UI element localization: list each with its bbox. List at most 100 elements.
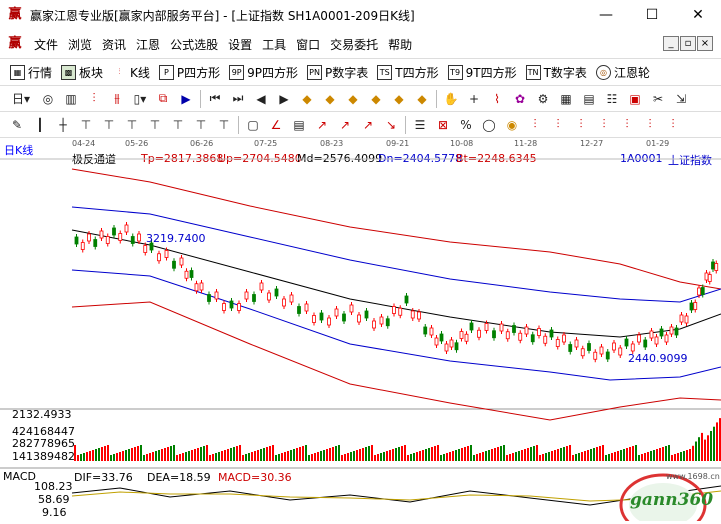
zoom-chart-icon[interactable]: ⧉ <box>154 90 172 108</box>
volume-bar <box>137 446 139 461</box>
maximize-button[interactable]: ☐ <box>629 0 675 30</box>
candle <box>392 306 396 314</box>
chart-tool6-icon[interactable]: ⫶ <box>641 116 659 134</box>
bar-chart-icon[interactable]: ▥ <box>62 90 80 108</box>
fib-icon[interactable]: ☰ <box>411 116 429 134</box>
candle <box>130 236 135 244</box>
tool-t-square[interactable]: TS T四方形 <box>377 64 439 81</box>
fan6-icon[interactable]: ⊤ <box>192 116 210 134</box>
hand-icon[interactable]: ✋ <box>442 90 460 108</box>
volume-bar <box>92 450 94 461</box>
tool-p-square[interactable]: P P四方形 <box>158 64 220 81</box>
menu-info[interactable]: 资讯 <box>102 36 126 53</box>
tool-kline[interactable]: ⫶ K线 <box>112 64 150 81</box>
diamond1-icon[interactable]: ◆ <box>298 90 316 108</box>
volume-bar <box>620 450 622 461</box>
cut-icon[interactable]: ✂ <box>649 90 667 108</box>
doc-logo-icon: 赢 <box>8 36 22 51</box>
multi-vline-icon[interactable]: ┼ <box>54 116 72 134</box>
rect-icon[interactable]: ▢ <box>244 116 262 134</box>
mdi-restore-button[interactable]: ▫ <box>680 36 696 51</box>
flag-icon[interactable]: ▶ <box>177 90 195 108</box>
vline-icon[interactable]: ┃ <box>31 116 49 134</box>
menu-settings[interactable]: 设置 <box>228 36 252 53</box>
gear-icon[interactable]: ⚙ <box>534 90 552 108</box>
prev-icon[interactable]: ◀ <box>252 90 270 108</box>
menu-tools[interactable]: 工具 <box>262 36 286 53</box>
chart-tool2-icon[interactable]: ⫶ <box>549 116 567 134</box>
diamond3-icon[interactable]: ◆ <box>344 90 362 108</box>
angle-icon[interactable]: ∠ <box>267 116 285 134</box>
candles-up-icon[interactable]: ⫶ <box>85 90 103 108</box>
chart-tool1-icon[interactable]: ⫶ <box>526 116 544 134</box>
menu-file[interactable]: 文件 <box>34 36 58 53</box>
tool-9t-square[interactable]: T9 9T四方形 <box>447 64 517 81</box>
fan4-icon[interactable]: ⊤ <box>146 116 164 134</box>
diamond4-icon[interactable]: ◆ <box>367 90 385 108</box>
next-icon[interactable]: ▶ <box>275 90 293 108</box>
grid-lines-icon[interactable]: ▤ <box>290 116 308 134</box>
volume-bar <box>452 451 454 461</box>
circle-icon[interactable]: ◉ <box>503 116 521 134</box>
ellipse-icon[interactable]: ◯ <box>480 116 498 134</box>
gann-box-icon[interactable]: ⊠ <box>434 116 452 134</box>
tool-sectors[interactable]: ▩ 板块 <box>61 64 103 81</box>
menu-window[interactable]: 窗口 <box>296 36 320 53</box>
arrow-fan4-icon[interactable]: ↘ <box>382 116 400 134</box>
menu-gann[interactable]: 江恩 <box>136 36 160 53</box>
arrow-fan3-icon[interactable]: ↗ <box>359 116 377 134</box>
list-icon[interactable]: ☷ <box>603 90 621 108</box>
last-icon[interactable]: ⏭ <box>229 90 247 108</box>
chart-tool7-icon[interactable]: ⫶ <box>664 116 682 134</box>
fan2-icon[interactable]: ⊤ <box>100 116 118 134</box>
volume-bar <box>557 449 559 461</box>
candle <box>93 239 98 247</box>
candle-select-icon[interactable]: ▯▾ <box>131 90 149 108</box>
calendar-icon[interactable]: ▦ <box>557 90 575 108</box>
fan5-icon[interactable]: ⊤ <box>169 116 187 134</box>
volume-bar <box>617 451 619 461</box>
tool-quotes[interactable]: ▦ 行情 <box>10 64 52 81</box>
chart-tool3-icon[interactable]: ⫶ <box>572 116 590 134</box>
kline-chart-panel[interactable]: 日K线 极反通道 Tp=2817.3868 Up=2704.5480 Md=25… <box>0 139 721 521</box>
percent-icon[interactable]: % <box>457 116 475 134</box>
diamond2-icon[interactable]: ◆ <box>321 90 339 108</box>
candle <box>157 253 161 262</box>
save-icon[interactable]: ▣ <box>626 90 644 108</box>
fan3-icon[interactable]: ⊤ <box>123 116 141 134</box>
volume-bar <box>527 448 529 461</box>
menu-formula[interactable]: 公式选股 <box>170 36 218 53</box>
fan7-icon[interactable]: ⊤ <box>215 116 233 134</box>
ring-icon[interactable]: ◎ <box>39 90 57 108</box>
arrow-fan-icon[interactable]: ↗ <box>313 116 331 134</box>
crosshair-icon[interactable]: + <box>465 90 483 108</box>
volume-bar <box>239 445 241 461</box>
close-button[interactable]: ✕ <box>675 0 721 30</box>
flower-icon[interactable]: ✿ <box>511 90 529 108</box>
menu-browse[interactable]: 浏览 <box>68 36 92 53</box>
table-icon[interactable]: ▤ <box>580 90 598 108</box>
diamond5-icon[interactable]: ◆ <box>390 90 408 108</box>
volume-bar <box>329 448 331 461</box>
chart-tool5-icon[interactable]: ⫶ <box>618 116 636 134</box>
pen-icon[interactable]: ✎ <box>8 116 26 134</box>
candles-down-icon[interactable]: ⫵ <box>108 90 126 108</box>
export-icon[interactable]: ⇲ <box>672 90 690 108</box>
chart-tool4-icon[interactable]: ⫶ <box>595 116 613 134</box>
menu-trade[interactable]: 交易委托 <box>330 36 378 53</box>
day-period-icon[interactable]: 日▾ <box>8 90 34 108</box>
first-icon[interactable]: ⏮ <box>206 90 224 108</box>
minimize-button[interactable]: — <box>583 0 629 30</box>
arrow-fan2-icon[interactable]: ↗ <box>336 116 354 134</box>
tool-p-table[interactable]: PN P数字表 <box>307 64 368 81</box>
mdi-close-button[interactable]: × <box>697 36 713 51</box>
fan1-icon[interactable]: ⊤ <box>77 116 95 134</box>
mdi-minimize-button[interactable]: _ <box>663 36 679 51</box>
volume-bar <box>605 455 607 461</box>
menu-help[interactable]: 帮助 <box>388 36 412 53</box>
tool-t-table[interactable]: TN T数字表 <box>525 64 587 81</box>
diamond6-icon[interactable]: ◆ <box>413 90 431 108</box>
zigzag-icon[interactable]: ⌇ <box>488 90 506 108</box>
tool-gann-wheel[interactable]: ◎ 江恩轮 <box>595 64 650 81</box>
tool-9p-square[interactable]: 9P 9P四方形 <box>229 64 298 81</box>
